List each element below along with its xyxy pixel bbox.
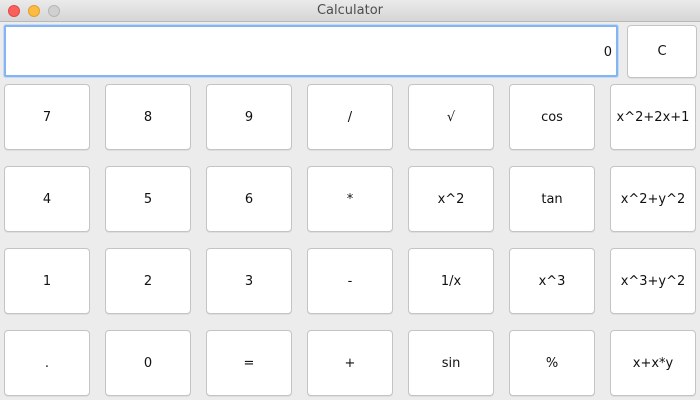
divide-button[interactable]: /: [307, 84, 393, 150]
digit-8-button[interactable]: 8: [105, 84, 191, 150]
display-field[interactable]: 0: [4, 25, 618, 77]
display-value: 0: [603, 44, 612, 60]
digit-6-button[interactable]: 6: [206, 166, 292, 232]
window-title: Calculator: [316, 3, 383, 18]
digit-1-button[interactable]: 1: [4, 248, 90, 314]
tan-button[interactable]: tan: [509, 166, 595, 232]
x-squared-button[interactable]: x^2: [408, 166, 494, 232]
digit-3-button[interactable]: 3: [206, 248, 292, 314]
x-cubed-button[interactable]: x^3: [509, 248, 595, 314]
reciprocal-button[interactable]: 1/x: [408, 248, 494, 314]
digit-2-button[interactable]: 2: [105, 248, 191, 314]
cos-button[interactable]: cos: [509, 84, 595, 150]
x-squared-plus-y-squared-button[interactable]: x^2+y^2: [610, 166, 696, 232]
digit-5-button[interactable]: 5: [105, 166, 191, 232]
sin-button[interactable]: sin: [408, 330, 494, 396]
x-cubed-plus-y-squared-button[interactable]: x^3+y^2: [610, 248, 696, 314]
decimal-point-button[interactable]: .: [4, 330, 90, 396]
x-plus-x-times-y-button[interactable]: x+x*y: [610, 330, 696, 396]
digit-7-button[interactable]: 7: [4, 84, 90, 150]
digit-0-button[interactable]: 0: [105, 330, 191, 396]
calculator-window: Calculator 0 C 7 8 9/√ cos x^2+2x+1 4 5 6 * x^2 ta…: [0, 0, 700, 400]
percent-button[interactable]: %: [509, 330, 595, 396]
title-bar: Calculator: [0, 0, 700, 22]
subtract-button[interactable]: -: [307, 248, 393, 314]
multiply-button[interactable]: *: [307, 166, 393, 232]
x-squared-plus-2x-plus-1-button[interactable]: x^2+2x+1: [610, 84, 696, 150]
square-root-button[interactable]: √: [408, 84, 494, 150]
add-button[interactable]: +: [307, 330, 393, 396]
equals-button[interactable]: =: [206, 330, 292, 396]
clear-button[interactable]: C: [627, 25, 697, 78]
digit-9-button[interactable]: 9: [206, 84, 292, 150]
digit-4-button[interactable]: 4: [4, 166, 90, 232]
